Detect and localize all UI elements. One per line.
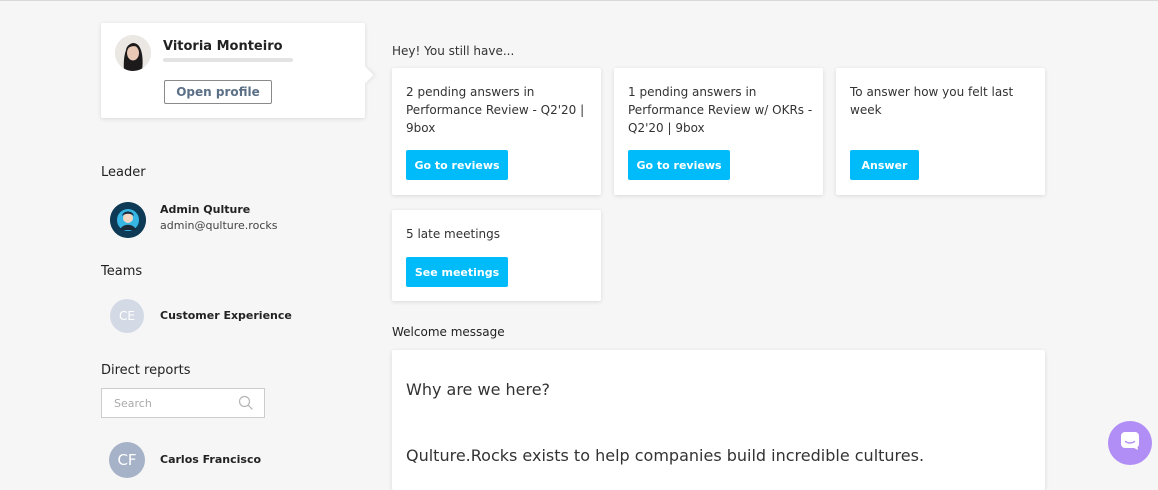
welcome-body: Qulture.Rocks exists to help companies b… bbox=[406, 446, 925, 465]
direct-report-name[interactable]: Carlos Francisco bbox=[160, 453, 261, 466]
leader-email: admin@qulture.rocks bbox=[160, 219, 278, 232]
search-input[interactable] bbox=[112, 389, 236, 417]
pending-card: To answer how you felt last week Answer bbox=[836, 68, 1045, 195]
pending-card: 5 late meetings See meetings bbox=[392, 210, 601, 301]
pending-card-text: 5 late meetings bbox=[406, 227, 501, 241]
search-icon[interactable] bbox=[238, 395, 254, 411]
pending-card-text: 1 pending answers in Performance Review … bbox=[628, 85, 813, 135]
direct-reports-section-title: Direct reports bbox=[101, 363, 191, 378]
profile-card: Vitoria Monteiro Open profile bbox=[101, 23, 365, 118]
direct-report-avatar: CF bbox=[109, 442, 145, 478]
pending-card-text: 2 pending answers in Performance Review … bbox=[406, 85, 585, 135]
open-profile-button[interactable]: Open profile bbox=[164, 80, 272, 104]
chat-launcher-button[interactable] bbox=[1108, 421, 1152, 465]
welcome-heading: Why are we here? bbox=[406, 380, 551, 399]
teams-section-title: Teams bbox=[101, 264, 143, 279]
pending-card-text: To answer how you felt last week bbox=[850, 85, 1014, 117]
pending-card: 1 pending answers in Performance Review … bbox=[614, 68, 823, 195]
team-avatar: CE bbox=[110, 299, 144, 333]
pending-card: 2 pending answers in Performance Review … bbox=[392, 68, 601, 195]
leader-section-title: Leader bbox=[101, 165, 146, 180]
leader-name[interactable]: Admin Qulture bbox=[160, 203, 250, 216]
leader-avatar[interactable] bbox=[110, 202, 146, 238]
team-name[interactable]: Customer Experience bbox=[160, 309, 292, 322]
chat-icon bbox=[1120, 431, 1140, 455]
user-avatar[interactable] bbox=[115, 35, 151, 71]
go-to-reviews-button[interactable]: Go to reviews bbox=[406, 150, 508, 180]
pending-greeting: Hey! You still have... bbox=[392, 44, 515, 58]
see-meetings-button[interactable]: See meetings bbox=[406, 257, 508, 287]
go-to-reviews-button[interactable]: Go to reviews bbox=[628, 150, 730, 180]
profile-name: Vitoria Monteiro bbox=[163, 39, 283, 54]
profile-subtitle-redacted bbox=[163, 58, 293, 62]
direct-reports-search bbox=[101, 388, 265, 418]
answer-button[interactable]: Answer bbox=[850, 150, 919, 180]
welcome-card: Why are we here? Qulture.Rocks exists to… bbox=[392, 350, 1045, 490]
welcome-section-title: Welcome message bbox=[392, 325, 505, 339]
